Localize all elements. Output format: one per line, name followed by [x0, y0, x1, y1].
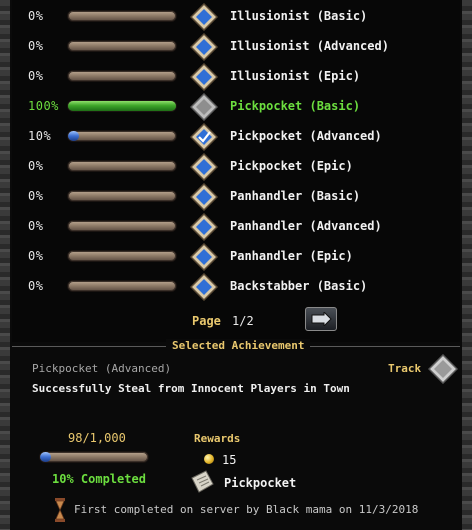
achievement-progress-bar: [68, 281, 176, 291]
achievement-name: Illusionist (Epic): [230, 69, 361, 83]
locked-diamond-icon: [190, 273, 218, 301]
achievement-name: Illusionist (Advanced): [230, 39, 389, 53]
gold-reward-amount: 15: [222, 453, 237, 467]
title-reward-name: Pickpocket: [224, 476, 297, 490]
achievement-row[interactable]: 0% Illusionist (Basic): [12, 3, 460, 33]
completed-percent: 10% Completed: [52, 472, 146, 486]
achievement-row[interactable]: 0% Illusionist (Epic): [12, 63, 460, 93]
achievement-percent: 0%: [28, 279, 44, 293]
window-frame-right: [462, 0, 472, 530]
hourglass-icon: [55, 498, 65, 522]
title-scroll-icon: [191, 470, 214, 493]
achievement-progress-bar: [68, 191, 176, 201]
achievement-progress-bar: [68, 251, 176, 261]
achievement-row[interactable]: 0% Pickpocket (Epic): [12, 153, 460, 183]
pager: Page 1/2: [0, 306, 472, 332]
achievement-percent: 0%: [28, 249, 44, 263]
selected-achievement-description: Successfully Steal from Innocent Players…: [32, 382, 350, 395]
achievement-progress-bar: [68, 221, 176, 231]
first-completed-text: First completed on server by Black mama …: [74, 503, 419, 516]
locked-diamond-icon: [190, 63, 218, 91]
achievement-percent: 0%: [28, 9, 44, 23]
achievement-name: Pickpocket (Basic): [230, 99, 361, 113]
achievement-progress-bar: [68, 11, 176, 21]
achievement-percent: 100%: [28, 99, 59, 113]
locked-diamond-icon: [190, 153, 218, 181]
achievement-row[interactable]: 10% Pickpocket (Advanced): [12, 123, 460, 153]
achievement-name: Panhandler (Epic): [230, 249, 353, 263]
selected-progress-fill: [40, 452, 51, 462]
achievement-row[interactable]: 0% Panhandler (Advanced): [12, 213, 460, 243]
locked-diamond-icon: [190, 213, 218, 241]
achievement-row[interactable]: 0% Panhandler (Basic): [12, 183, 460, 213]
achievement-percent: 0%: [28, 219, 44, 233]
achievement-percent: 10%: [28, 129, 52, 143]
locked-diamond-icon: [190, 243, 218, 271]
achievement-name: Pickpocket (Epic): [230, 159, 353, 173]
achievement-name: Backstabber (Basic): [230, 279, 368, 293]
achievement-progress-fill: [68, 131, 79, 141]
locked-diamond-icon: [190, 183, 218, 211]
achievement-row[interactable]: 100% Pickpocket (Basic): [12, 93, 460, 123]
achievement-name: Panhandler (Advanced): [230, 219, 382, 233]
achievement-percent: 0%: [28, 189, 44, 203]
page-label: Page: [192, 314, 221, 328]
page-number: 1/2: [232, 314, 254, 328]
selected-achievement-name: Pickpocket (Advanced): [32, 362, 172, 375]
achievement-progress-bar: [68, 161, 176, 171]
selected-achievement-heading: Selected Achievement: [166, 339, 311, 352]
achievement-percent: 0%: [28, 39, 44, 53]
achievement-name: Panhandler (Basic): [230, 189, 361, 203]
achievement-percent: 0%: [28, 69, 44, 83]
achievement-list-panel: 0% Illusionist (Basic) 0% Illusionist (Adva…: [12, 0, 460, 342]
achievement-progress-fill: [68, 101, 176, 111]
track-label: Track: [388, 362, 422, 375]
locked-diamond-icon: [190, 3, 218, 31]
achievement-progress-bar: [68, 131, 176, 141]
next-page-arrow-icon: [311, 312, 332, 326]
achievement-name: Pickpocket (Advanced): [230, 129, 382, 143]
selected-progress-bar: [40, 452, 148, 462]
rewards-heading: Rewards: [194, 432, 241, 445]
achievement-percent: 0%: [28, 159, 44, 173]
completed-diamond-icon: [190, 93, 218, 121]
window-frame-left: [0, 0, 10, 530]
achievement-row[interactable]: 0% Panhandler (Epic): [12, 243, 460, 273]
achievement-row[interactable]: 0% Backstabber (Basic): [12, 273, 460, 303]
track-button[interactable]: [427, 353, 459, 385]
gold-coin-icon: [204, 454, 214, 464]
achievement-progress-bar: [68, 71, 176, 81]
achievement-row[interactable]: 0% Illusionist (Advanced): [12, 33, 460, 63]
achievement-name: Illusionist (Basic): [230, 9, 368, 23]
locked-diamond-icon: [190, 33, 218, 61]
achievement-progress-bar: [68, 41, 176, 51]
progress-count: 98/1,000: [68, 431, 126, 445]
achievement-progress-bar: [68, 101, 176, 111]
next-page-button[interactable]: [305, 307, 337, 331]
tracked-diamond-icon: [190, 123, 218, 151]
track-diamond-icon: [427, 353, 459, 385]
